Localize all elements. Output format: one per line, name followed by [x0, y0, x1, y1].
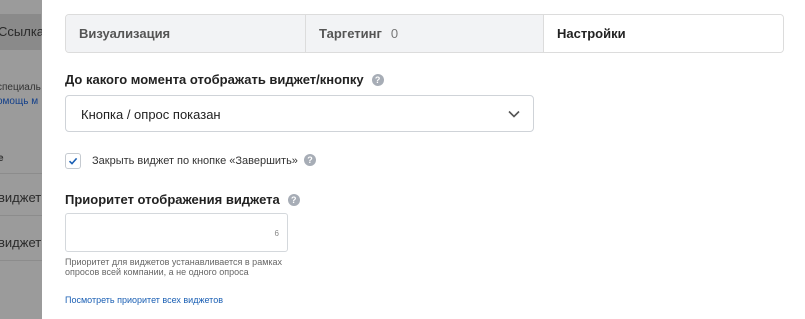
close-on-finish-checkbox[interactable]	[65, 153, 81, 169]
background-page: Ссылка специаль омощь м е виджет виджет	[0, 0, 42, 319]
background-row-2: виджет	[0, 235, 42, 250]
display-until-select[interactable]: Кнопка / опрос показан	[65, 95, 534, 132]
background-row-1: виджет	[0, 190, 42, 205]
display-until-selected-value: Кнопка / опрос показан	[81, 107, 221, 122]
view-all-priorities-link[interactable]: Посмотреть приоритет всех виджетов	[65, 295, 223, 305]
background-text-line1: специаль	[0, 82, 41, 93]
help-icon[interactable]: ?	[287, 194, 300, 206]
tab-label: Настройки	[557, 26, 626, 41]
close-on-finish-label: Закрыть виджет по кнопке «Завершить»?	[92, 154, 316, 167]
widget-settings-panel: Визуализация Таргетинг 0 Настройки До ка…	[42, 0, 805, 319]
tab-count: 0	[390, 26, 399, 41]
priority-hint: Приоритет для виджетов устанавливается в…	[65, 257, 283, 277]
background-divider	[0, 260, 42, 261]
priority-input-value: 6	[274, 229, 279, 238]
priority-input[interactable]: 6	[65, 213, 288, 252]
display-until-label-text: До какого момента отображать виджет/кноп…	[65, 72, 364, 87]
tab-label: Таргетинг	[319, 26, 382, 41]
display-until-label: До какого момента отображать виджет/кноп…	[65, 72, 384, 87]
background-divider	[0, 173, 42, 174]
close-on-finish-label-text: Закрыть виджет по кнопке «Завершить»	[92, 155, 298, 167]
help-icon[interactable]: ?	[303, 154, 316, 166]
background-chip-text: Ссылка	[0, 24, 42, 39]
checkmark-icon	[68, 157, 78, 165]
background-column-header: е	[0, 153, 4, 164]
tab-targeting[interactable]: Таргетинг 0	[306, 15, 544, 52]
tab-visualization[interactable]: Визуализация	[66, 15, 306, 52]
background-text-line2: омощь м	[0, 96, 39, 107]
priority-label: Приоритет отображения виджета?	[65, 192, 300, 207]
tab-label: Визуализация	[79, 26, 171, 41]
help-icon[interactable]: ?	[371, 74, 384, 86]
tab-bar: Визуализация Таргетинг 0 Настройки	[65, 14, 784, 53]
chevron-down-icon	[508, 110, 520, 118]
priority-label-text: Приоритет отображения виджета	[65, 192, 280, 207]
background-divider	[0, 215, 42, 216]
tab-settings[interactable]: Настройки	[544, 15, 783, 52]
